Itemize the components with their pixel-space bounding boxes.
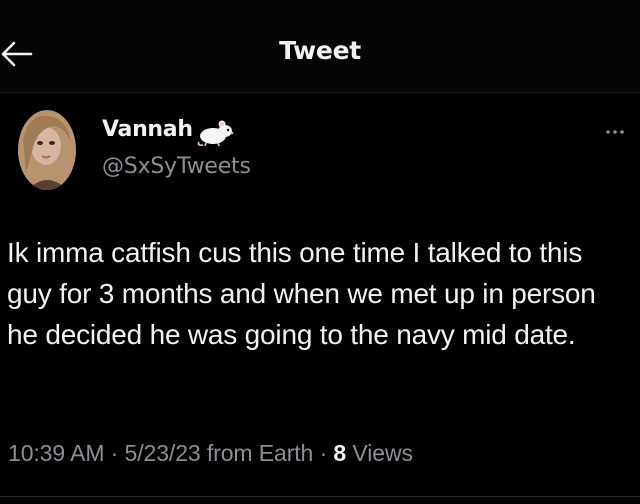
profile-photo [18, 110, 76, 190]
tweet-date[interactable]: 5/23/23 [125, 440, 201, 466]
author-handle[interactable]: @SxSyTweets [102, 154, 251, 179]
more-options-button[interactable] [596, 120, 632, 144]
tweet-meta: 10:39 AM · 5/23/23 from Earth · 8 Views [8, 440, 413, 467]
meta-separator: · [319, 440, 328, 466]
author-display-name[interactable]: Vannah [102, 117, 193, 142]
avatar[interactable] [18, 110, 76, 190]
tweet-text: Ik imma catfish cus this one time I talk… [7, 237, 596, 350]
tweet-time[interactable]: 10:39 AM [8, 440, 104, 466]
page-title: Tweet [279, 36, 361, 65]
views-count[interactable]: 8 [333, 440, 346, 466]
tweet-source: from Earth [206, 440, 314, 466]
rat-emoji-icon [196, 118, 236, 148]
more-horizontal-icon [606, 130, 624, 134]
views-label[interactable]: Views [352, 440, 413, 466]
meta-separator: · [110, 440, 119, 466]
divider [0, 496, 640, 497]
top-bar: Tweet [0, 0, 640, 93]
